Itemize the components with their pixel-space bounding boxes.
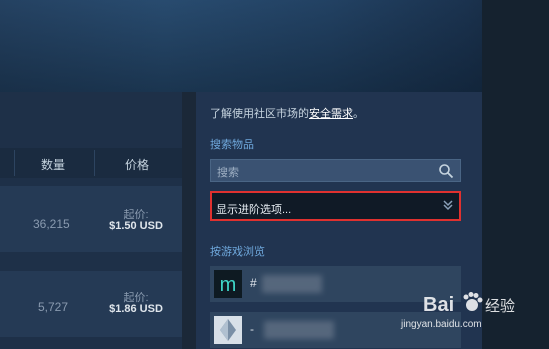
search-input[interactable]: 搜索 [210, 159, 461, 182]
svg-text:m: m [220, 274, 237, 296]
game-name: # [250, 276, 257, 290]
watermark-url: jingyan.baidu.com [400, 319, 482, 330]
game-name: - [250, 322, 254, 336]
search-items-heading: 搜索物品 [210, 139, 254, 151]
column-divider [94, 150, 95, 176]
banner-right-shadow [482, 0, 549, 92]
top-banner [0, 0, 549, 92]
browse-by-game-heading: 按游戏浏览 [210, 246, 265, 258]
column-header-quantity[interactable]: 数量 [41, 156, 65, 173]
watermark-graphic: Bai 经验 jingyan.baidu.com [400, 292, 515, 330]
advanced-options-label: 显示进阶选项... [216, 204, 292, 216]
safety-notice-text: 了解使用社区市场的 [210, 108, 309, 120]
table-header [0, 148, 182, 178]
watermark-suffix: 经验 [485, 297, 515, 315]
watermark-brand: Bai [423, 294, 454, 316]
column-header-price[interactable]: 价格 [125, 156, 149, 173]
row-price: $1.86 USD [109, 303, 163, 315]
baidu-jingyan-watermark: Bai 经验 jingyan.baidu.com [395, 287, 545, 337]
search-placeholder: 搜索 [217, 167, 239, 179]
double-chevron-down-icon [443, 200, 453, 211]
row-quantity: 36,215 [33, 217, 70, 231]
safety-notice: 了解使用社区市场的安全需求。 [210, 105, 364, 121]
search-icon[interactable] [438, 163, 454, 179]
row-quantity: 5,727 [38, 300, 69, 314]
row-price: $1.50 USD [109, 220, 163, 232]
column-divider [14, 150, 15, 176]
redacted-name [262, 275, 322, 293]
redacted-name [264, 321, 334, 339]
safety-notice-suffix: 。 [353, 108, 364, 120]
advanced-options-toggle[interactable]: 显示进阶选项... [210, 191, 461, 221]
safety-requirements-link[interactable]: 安全需求 [309, 108, 353, 120]
m-logo-icon: m [214, 270, 242, 298]
paw-icon [463, 292, 483, 311]
crystal-logo-icon [214, 316, 242, 344]
